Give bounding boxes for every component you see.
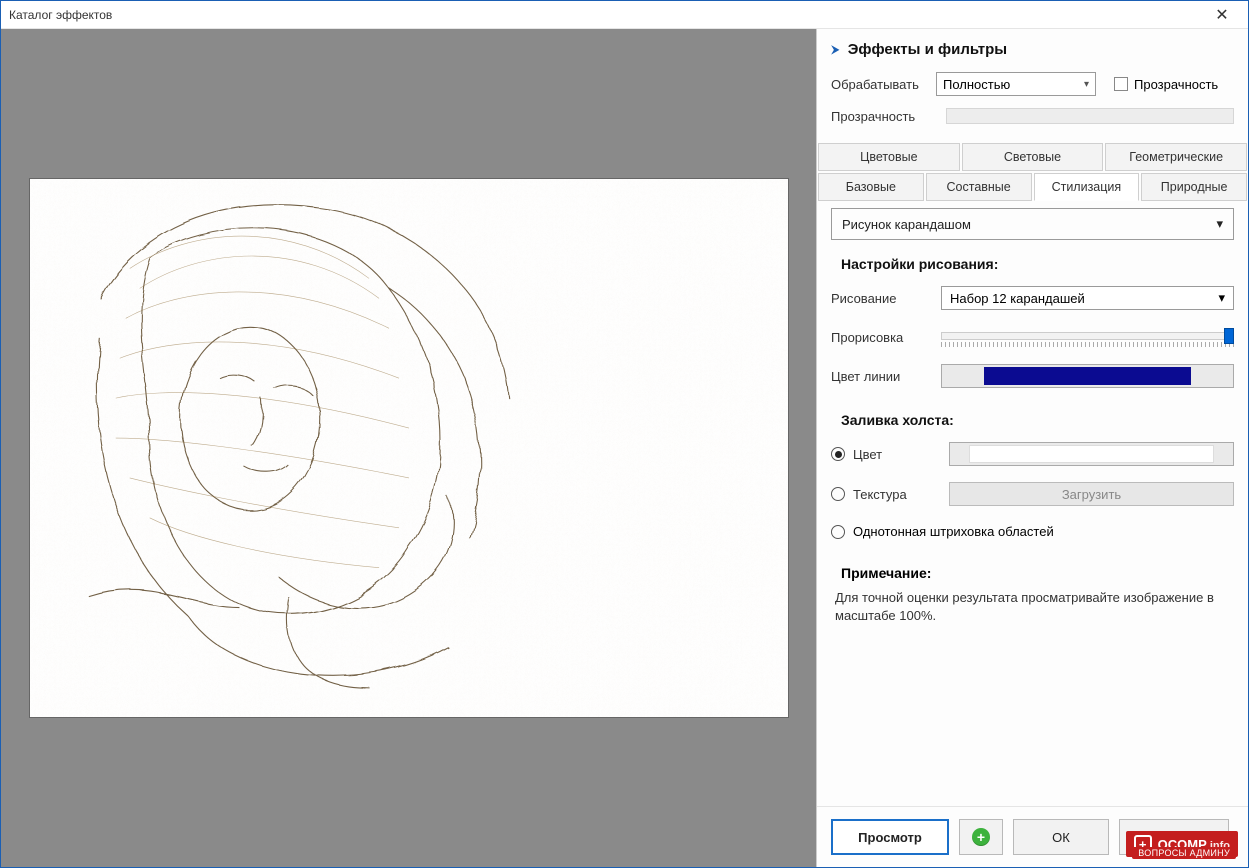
app-window: Каталог эффектов ✕ [0,0,1249,868]
transparency-slider[interactable] [946,108,1234,124]
drawing-preset-select[interactable]: Набор 12 карандашей ▾ [941,286,1234,310]
tab-basic[interactable]: Базовые [818,173,924,201]
process-label: Обрабатывать [831,77,936,92]
tab-color[interactable]: Цветовые [818,143,960,171]
transparency-check-label: Прозрачность [1134,77,1218,92]
canvas-color-swatch [969,445,1215,463]
line-color-label: Цвет линии [831,369,941,384]
canvas-group-title: Заливка холста: [817,396,1248,434]
tab-nature[interactable]: Природные [1141,173,1247,201]
process-value: Полностью [943,77,1010,92]
tab-composite[interactable]: Составные [926,173,1032,201]
note-text: Для точной оценки результата просматрива… [817,585,1248,635]
chevron-down-icon: ▾ [1216,216,1223,232]
line-color-swatch [984,367,1191,385]
preview-area [1,29,816,867]
texture-radio-label: Текстура [853,487,949,502]
plus-icon: + [972,828,990,846]
drawing-label: Рисование [831,291,941,306]
load-texture-button[interactable]: Загрузить [949,482,1234,506]
tab-stylization[interactable]: Стилизация [1034,173,1140,201]
preview-image [29,178,789,718]
preview-button[interactable]: Просмотр [831,819,949,855]
tab-light[interactable]: Световые [962,143,1104,171]
effect-value: Рисунок карандашом [842,217,971,232]
expand-icon[interactable]: ⮞ [831,42,840,57]
chevron-down-icon: ▾ [1084,79,1089,90]
detail-slider[interactable] [941,326,1234,348]
drawing-group-title: Настройки рисования: [817,240,1248,278]
chevron-down-icon: ▾ [1218,290,1225,306]
transparency-checkbox[interactable] [1114,77,1128,91]
mono-hatch-label: Однотонная штриховка областей [853,524,1054,539]
add-button[interactable]: + [959,819,1003,855]
side-panel: ⮞ Эффекты и фильтры Обрабатывать Полност… [816,29,1248,867]
watermark: + OCOMP.info ВОПРОСЫ АДМИНУ [1126,831,1238,857]
close-icon[interactable]: ✕ [1204,1,1240,28]
transparency-label: Прозрачность [831,109,936,124]
mono-hatch-radio[interactable] [831,525,845,539]
category-tabs: Цветовые Световые Геометрические Базовые… [817,142,1248,202]
texture-radio[interactable] [831,487,845,501]
titlebar: Каталог эффектов ✕ [1,1,1248,29]
color-radio-label: Цвет [853,447,949,462]
slider-thumb[interactable] [1224,328,1234,344]
detail-label: Прорисовка [831,330,941,345]
note-title: Примечание: [817,549,1248,585]
canvas-color-field[interactable] [949,442,1234,466]
drawing-preset-value: Набор 12 карандашей [950,291,1085,306]
ok-button[interactable]: ОК [1013,819,1109,855]
panel-title: Эффекты и фильтры [848,41,1007,58]
effect-select[interactable]: Рисунок карандашом ▾ [831,208,1234,240]
tab-geometric[interactable]: Геометрические [1105,143,1247,171]
window-title: Каталог эффектов [9,8,1204,22]
color-radio[interactable] [831,447,845,461]
process-select[interactable]: Полностью ▾ [936,72,1096,96]
line-color-field[interactable] [941,364,1234,388]
